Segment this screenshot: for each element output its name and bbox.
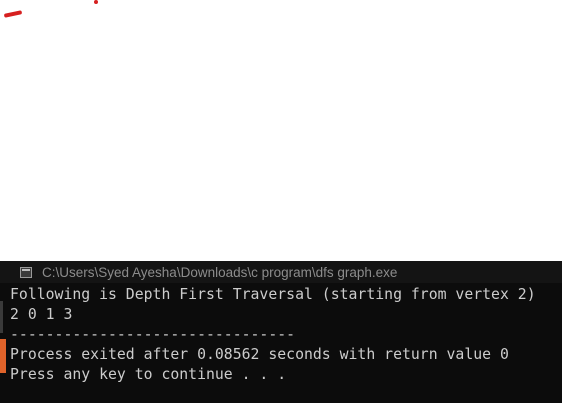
output-line-traversal: 2 0 1 3	[10, 306, 73, 323]
console-app-icon	[20, 266, 32, 278]
red-annotation-dash	[3, 10, 23, 18]
output-line-heading: Following is Depth First Traversal (star…	[10, 286, 536, 303]
side-panel-edge	[0, 301, 3, 333]
output-line-press-key: Press any key to continue . . .	[10, 366, 287, 383]
editor-blank-area	[0, 0, 562, 261]
console-window[interactable]: C:\Users\Syed Ayesha\Downloads\c program…	[0, 261, 562, 403]
red-annotation-dot	[94, 0, 98, 4]
console-title: C:\Users\Syed Ayesha\Downloads\c program…	[42, 264, 398, 280]
output-line-separator: --------------------------------	[10, 326, 296, 343]
console-output: Following is Depth First Traversal (star…	[10, 285, 536, 385]
console-title-bar[interactable]: C:\Users\Syed Ayesha\Downloads\c program…	[0, 261, 562, 283]
output-line-process-exit: Process exited after 0.08562 seconds wit…	[10, 346, 509, 363]
side-panel-accent	[0, 339, 6, 373]
